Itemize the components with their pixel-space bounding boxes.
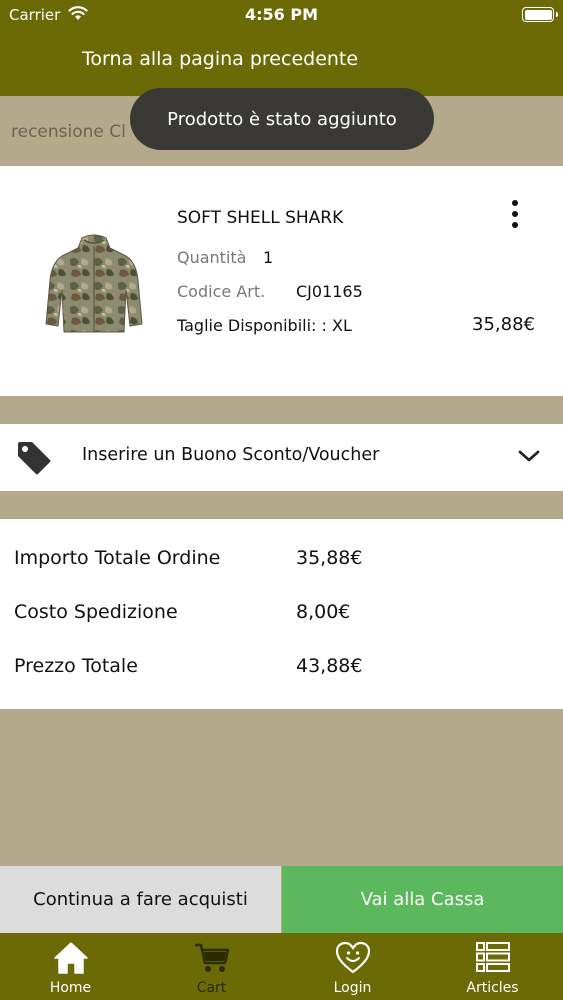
checkout-button[interactable]: Vai alla Cassa	[282, 866, 563, 933]
order-total-value: 35,88€	[296, 547, 363, 569]
quantity-label: Quantità	[177, 248, 247, 267]
tab-cart[interactable]: Cart	[141, 933, 282, 1000]
quantity-value: 1	[263, 248, 274, 267]
status-bar: Carrier 4:56 PM	[0, 0, 563, 30]
review-text[interactable]: recensione Cl	[11, 122, 126, 142]
tab-articles-label: Articles	[466, 980, 519, 996]
shipping-cost-row: Costo Spedizione 8,00€	[14, 601, 554, 623]
tab-home[interactable]: Home	[0, 933, 141, 1000]
action-bar: Continua a fare acquisti Vai alla Cassa	[0, 866, 563, 933]
total-price-row: Prezzo Totale 43,88€	[14, 655, 554, 677]
tab-cart-label: Cart	[196, 980, 227, 996]
continue-shopping-button[interactable]: Continua a fare acquisti	[0, 866, 281, 933]
product-name[interactable]: SOFT SHELL SHARK	[177, 208, 343, 228]
back-link[interactable]: Torna alla pagina precedente	[82, 48, 358, 70]
sizes-text: Taglie Disponibili: : XL	[177, 316, 352, 335]
voucher-label: Inserire un Buono Sconto/Voucher	[82, 445, 380, 465]
tab-login-label: Login	[333, 980, 372, 996]
voucher-row[interactable]: Inserire un Buono Sconto/Voucher	[0, 424, 563, 491]
tab-articles[interactable]: Articles	[422, 933, 563, 1000]
continue-shopping-label: Continua a fare acquisti	[33, 889, 248, 910]
nav-header: Torna alla pagina precedente	[0, 30, 563, 96]
shipping-cost-label: Costo Spedizione	[14, 601, 178, 623]
tab-home-label: Home	[49, 980, 92, 996]
product-price: 35,88€	[472, 314, 535, 335]
heart-face-icon	[335, 941, 370, 974]
chevron-down-icon[interactable]	[517, 448, 541, 464]
sizes-row: Taglie Disponibili: : XL	[177, 316, 352, 335]
toast-notification: Prodotto è stato aggiunto	[130, 88, 434, 150]
product-image[interactable]	[44, 232, 144, 336]
home-icon	[53, 942, 88, 974]
cart-item-card: SOFT SHELL SHARK Quantità 1 Codice Art. …	[0, 166, 563, 396]
shipping-cost-value: 8,00€	[296, 601, 351, 623]
battery-icon	[522, 7, 558, 22]
tab-login[interactable]: Login	[282, 933, 423, 1000]
total-price-value: 43,88€	[296, 655, 363, 677]
more-options-icon[interactable]	[505, 198, 525, 230]
code-row: Codice Art. CJ01165	[177, 282, 363, 301]
order-summary: Importo Totale Ordine 35,88€ Costo Spedi…	[0, 519, 563, 709]
order-total-label: Importo Totale Ordine	[14, 547, 221, 569]
toast-message: Prodotto è stato aggiunto	[167, 108, 397, 130]
tab-bar: Home Cart Login Articles	[0, 933, 563, 1000]
tag-icon	[18, 442, 51, 475]
clock: 4:56 PM	[244, 5, 318, 24]
code-label: Codice Art.	[177, 282, 266, 301]
code-value: CJ01165	[296, 282, 363, 301]
total-price-label: Prezzo Totale	[14, 655, 138, 677]
checkout-label: Vai alla Cassa	[360, 889, 485, 910]
order-total-row: Importo Totale Ordine 35,88€	[14, 547, 554, 569]
cart-icon	[194, 943, 229, 972]
quantity-row: Quantità 1	[177, 248, 273, 267]
list-icon	[475, 942, 510, 972]
